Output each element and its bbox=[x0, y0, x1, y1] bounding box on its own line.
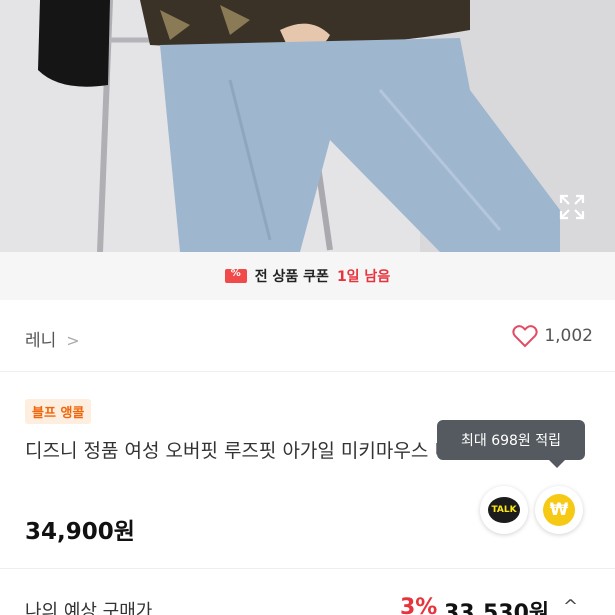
product-image[interactable] bbox=[0, 0, 615, 252]
coupon-remaining: 1일 남음 bbox=[336, 269, 391, 285]
kakao-talk-icon: TALK bbox=[488, 497, 520, 523]
chevron-right-icon: > bbox=[66, 331, 80, 350]
coupon-label: 전 상품 쿠폰 bbox=[254, 269, 329, 285]
points-button[interactable]: ₩ bbox=[535, 486, 583, 534]
store-link[interactable]: 레니 > bbox=[25, 326, 80, 351]
coupon-banner[interactable]: 전 상품 쿠폰 1일 남음 bbox=[0, 252, 615, 300]
product-price: 34,900원 bbox=[25, 519, 135, 545]
heart-icon bbox=[512, 325, 538, 348]
divider bbox=[0, 568, 615, 569]
expected-discount: 3% bbox=[400, 595, 438, 615]
like-button[interactable]: 1,002 bbox=[512, 324, 593, 348]
expected-price-label[interactable]: 나의 예상 구매가 bbox=[25, 597, 152, 615]
chevron-up-icon[interactable]: ^ bbox=[563, 596, 578, 615]
product-photo bbox=[0, 0, 615, 252]
like-count: 1,002 bbox=[544, 326, 593, 346]
kakao-talk-button[interactable]: TALK bbox=[480, 486, 528, 534]
store-row: 레니 > 1,002 bbox=[0, 300, 615, 372]
points-tooltip: 최대 698원 적립 bbox=[437, 420, 585, 468]
won-coin-icon: ₩ bbox=[543, 494, 575, 526]
expected-price: 33,530원 bbox=[444, 601, 550, 615]
expand-icon[interactable] bbox=[558, 193, 586, 221]
coupon-icon bbox=[224, 268, 247, 283]
store-name: 레니 bbox=[25, 331, 57, 351]
promo-badge: 블프 앵콜 bbox=[25, 399, 92, 424]
